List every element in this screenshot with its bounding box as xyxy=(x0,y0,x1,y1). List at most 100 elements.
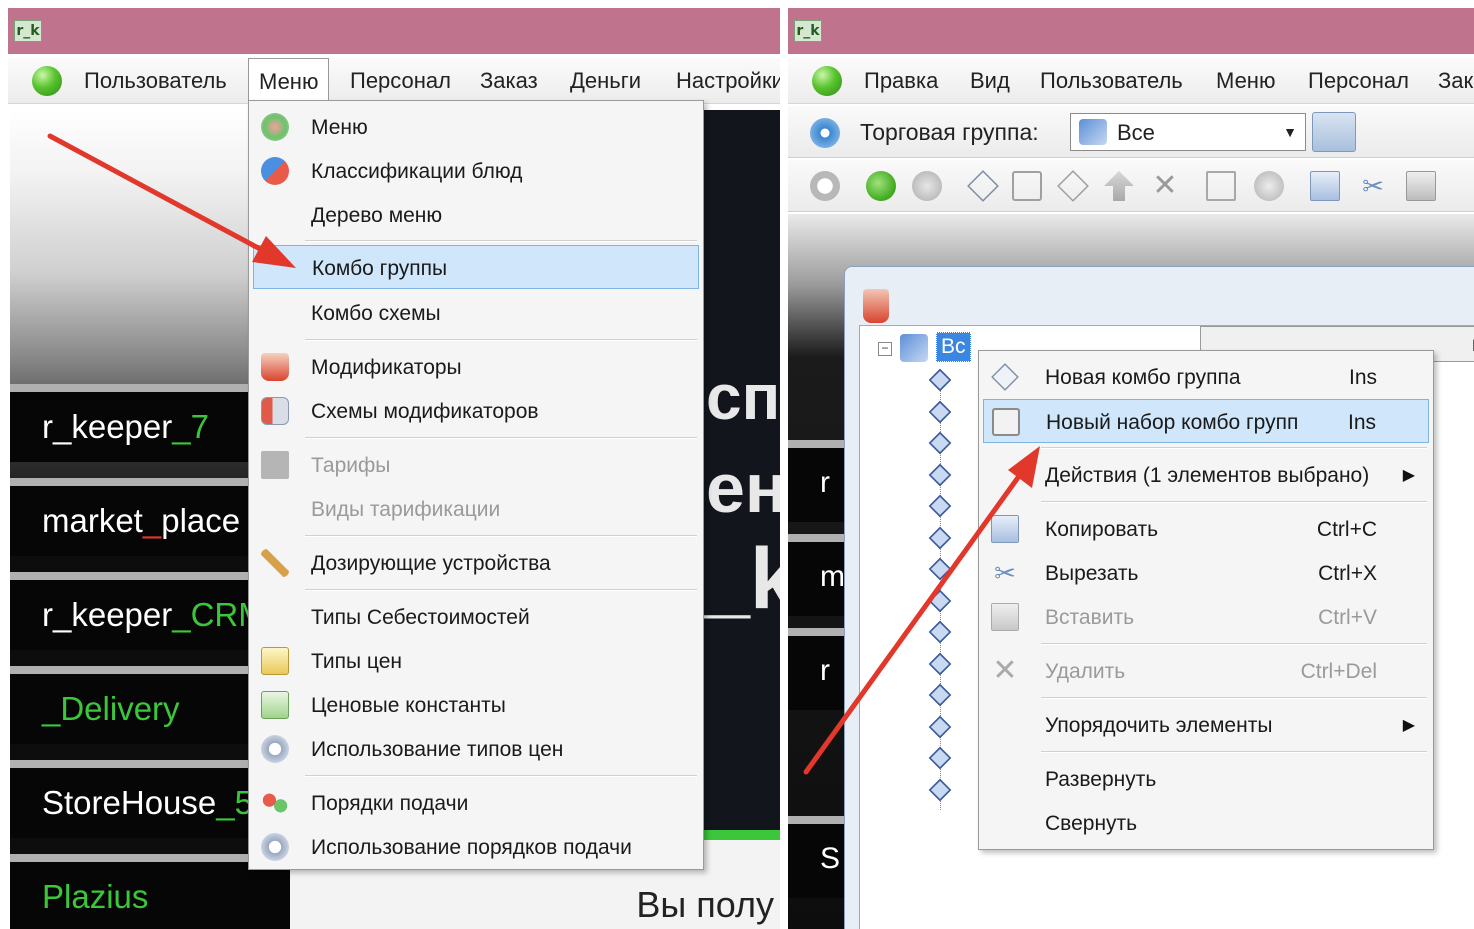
bg-tile: r xyxy=(788,440,844,522)
chevron-down-icon: ▼ xyxy=(1283,124,1297,140)
new-group-icon[interactable] xyxy=(1057,170,1089,202)
menu-order[interactable]: Заказ xyxy=(480,68,538,94)
modifiers-icon xyxy=(863,289,889,323)
menu-money[interactable]: Деньги xyxy=(570,68,641,94)
delete-icon[interactable]: ✕ xyxy=(1150,171,1180,201)
dd-item-dosing-devices[interactable]: Дозирующие устройства xyxy=(253,541,699,585)
new-item-icon[interactable] xyxy=(967,170,999,202)
dd-item-cost-types[interactable]: Типы Себестоимостей xyxy=(253,595,699,639)
dd-item-menu[interactable]: Меню xyxy=(253,105,699,149)
separator xyxy=(1041,751,1427,753)
tree-node-icon[interactable] xyxy=(928,431,952,455)
save-icon[interactable] xyxy=(1206,171,1236,201)
cancel-icon[interactable] xyxy=(1254,171,1284,201)
tree-node-icon[interactable] xyxy=(928,494,952,518)
cut-icon[interactable]: ✂ xyxy=(1358,171,1388,201)
separator xyxy=(305,339,697,341)
menu-staff[interactable]: Персонал xyxy=(1308,68,1409,94)
menu-user[interactable]: Пользователь xyxy=(1040,68,1183,94)
delete-icon: ✕ xyxy=(992,654,1018,687)
ctx-new-combo-set[interactable]: Новый набор комбо групп Ins xyxy=(983,399,1429,443)
ctx-sort-items[interactable]: Упорядочить элементы ▶ xyxy=(983,703,1429,747)
separator xyxy=(305,240,697,242)
price-constants-icon xyxy=(261,691,289,719)
back-icon[interactable] xyxy=(866,171,896,201)
separator xyxy=(1041,697,1427,699)
tree-icon[interactable] xyxy=(1012,171,1042,201)
ctx-cut[interactable]: ✂ Вырезать Ctrl+X xyxy=(983,551,1429,595)
trade-group-label: Торговая группа: xyxy=(860,119,1039,145)
ctx-actions[interactable]: Действия (1 элементов выбрано) ▶ xyxy=(983,453,1429,497)
paste-icon[interactable] xyxy=(1406,171,1436,201)
classification-icon xyxy=(261,157,289,185)
bg-tile: r xyxy=(788,628,844,710)
bg-tile: S xyxy=(788,816,844,898)
dosing-device-icon xyxy=(261,549,289,577)
price-types-icon xyxy=(261,647,289,675)
separator xyxy=(305,535,697,537)
bg-tiles: r m r S xyxy=(788,440,845,929)
tree-node-icon[interactable] xyxy=(928,400,952,423)
tree-node-icon[interactable] xyxy=(928,746,952,770)
dd-item-serving-order[interactable]: Порядки подачи xyxy=(253,781,699,825)
menu-edit[interactable]: Правка xyxy=(864,68,938,94)
tree-root-node[interactable]: Вс xyxy=(936,332,971,362)
tariffs-icon xyxy=(261,451,289,479)
filter-settings-button[interactable] xyxy=(1312,112,1356,152)
dd-item-modifier-schemes[interactable]: Схемы модификаторов xyxy=(253,389,699,433)
tree-node-icon[interactable] xyxy=(928,368,952,392)
upload-icon[interactable] xyxy=(1104,171,1134,201)
menu-user[interactable]: Пользователь xyxy=(84,68,227,94)
tree-node-icon[interactable] xyxy=(928,557,952,581)
tree-node-icon[interactable] xyxy=(928,589,952,612)
status-ball-icon[interactable] xyxy=(812,66,842,96)
menu-pie-icon xyxy=(261,113,289,141)
dd-item-menu-tree[interactable]: Дерево меню xyxy=(253,193,699,237)
tree-node-icon[interactable] xyxy=(928,715,952,738)
submenu-arrow-icon: ▶ xyxy=(1402,467,1415,484)
collapse-toggle[interactable]: − xyxy=(878,342,892,356)
dd-item-price-type-usage[interactable]: Использование типов цен xyxy=(253,727,699,771)
cube-icon xyxy=(900,334,928,362)
ctx-collapse[interactable]: Свернуть xyxy=(983,801,1429,845)
menu-menu[interactable]: Меню xyxy=(248,58,330,105)
trade-group-select[interactable]: Все ▼ xyxy=(1070,113,1306,151)
dd-item-classifications[interactable]: Классификации блюд xyxy=(253,149,699,193)
menu-view[interactable]: Вид xyxy=(970,68,1010,94)
ctx-paste: Вставить Ctrl+V xyxy=(983,595,1429,639)
cut-icon: ✂ xyxy=(994,558,1016,588)
dd-item-price-types[interactable]: Типы цен xyxy=(253,639,699,683)
app-logo-icon: r_k xyxy=(794,20,822,42)
menu-settings[interactable]: Настройки xyxy=(676,68,780,94)
poster-text-2: ен xyxy=(706,449,780,527)
menu-menu[interactable]: Меню xyxy=(1216,68,1275,94)
forward-icon[interactable] xyxy=(912,171,942,201)
left-screenshot: r_k Пользователь Меню Персонал Заказ Ден… xyxy=(0,0,780,929)
modifier-schemes-icon xyxy=(261,397,289,425)
status-ball-icon[interactable] xyxy=(32,66,62,96)
menu-staff[interactable]: Персонал xyxy=(350,68,451,94)
ctx-new-combo-group[interactable]: Новая комбо группа Ins xyxy=(983,355,1429,399)
tree-node-icon[interactable] xyxy=(928,620,952,644)
copy-icon[interactable] xyxy=(1310,171,1340,201)
menu-order[interactable]: Зак xyxy=(1438,68,1473,94)
dd-item-serving-order-usage[interactable]: Использование порядков подачи xyxy=(253,825,699,869)
separator xyxy=(305,437,697,439)
separator xyxy=(305,775,697,777)
ctx-copy[interactable]: Копировать Ctrl+C xyxy=(983,507,1429,551)
tree-node-icon[interactable] xyxy=(928,526,952,549)
separator xyxy=(1041,643,1427,645)
dd-item-price-constants[interactable]: Ценовые константы xyxy=(253,683,699,727)
submenu-arrow-icon: ▶ xyxy=(1402,717,1415,734)
dd-item-combo-groups[interactable]: Комбо группы xyxy=(253,245,699,289)
dd-item-modifiers[interactable]: Модификаторы xyxy=(253,345,699,389)
dd-item-combo-schemes[interactable]: Комбо схемы xyxy=(253,291,699,335)
modifiers-icon xyxy=(261,353,289,381)
ctx-expand[interactable]: Развернуть xyxy=(983,757,1429,801)
refresh-icon[interactable] xyxy=(810,171,840,201)
tree-node-icon[interactable] xyxy=(928,683,952,707)
tree-node-icon[interactable] xyxy=(928,652,952,675)
tree-node-icon[interactable] xyxy=(928,778,952,801)
dd-item-tariffs: Тарифы xyxy=(253,443,699,487)
tree-node-icon[interactable] xyxy=(928,463,952,486)
